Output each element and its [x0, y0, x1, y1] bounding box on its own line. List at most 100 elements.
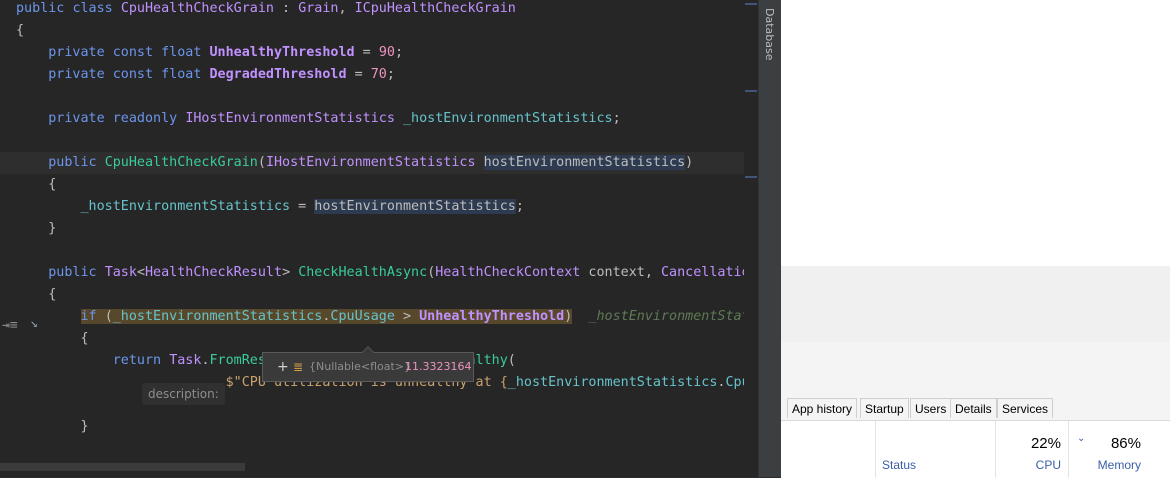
- code-line[interactable]: }: [0, 416, 89, 438]
- code-token: readonly: [112, 111, 186, 126]
- process-table-header: Status 22% CPU ⌄ 86% Memory: [781, 420, 1170, 478]
- code-token: (: [507, 353, 516, 368]
- code-token: const: [112, 67, 162, 82]
- scroll-marker: [745, 176, 757, 178]
- tool-window-sidebar: Database: [758, 0, 781, 477]
- code-line[interactable]: public class CpuHealthCheckGrain : Grain…: [0, 0, 516, 20]
- cpu-percent: 22%: [1030, 435, 1061, 452]
- code-token: 70: [370, 67, 387, 82]
- code-token: ;: [612, 111, 621, 126]
- code-line[interactable]: if (_hostEnvironmentStatistics.CpuUsage …: [0, 306, 758, 328]
- tooltip-type: {Nullable<float>}: [309, 360, 412, 373]
- code-token: float: [161, 67, 210, 82]
- code-token: private: [48, 67, 113, 82]
- code-token: IHostEnvironmentStatistics: [265, 155, 476, 170]
- task-manager-tabs: App history Startup Users Details Servic…: [781, 398, 1170, 420]
- code-token: >: [394, 309, 420, 324]
- code-line[interactable]: public CpuHealthCheckGrain(IHostEnvironm…: [0, 152, 758, 174]
- code-token: ;: [394, 45, 403, 60]
- code-token: (: [104, 309, 113, 324]
- code-line[interactable]: {: [0, 174, 56, 196]
- memory-percent: 86%: [1110, 435, 1141, 452]
- code-token: if: [80, 309, 105, 324]
- code-token: _hostEnvironmentStatistics: [80, 199, 291, 214]
- scroll-marker: [745, 90, 757, 92]
- database-tool-tab[interactable]: Database: [763, 8, 776, 61]
- code-token: =: [346, 67, 371, 82]
- code-token: {: [16, 287, 57, 302]
- tab-startup[interactable]: Startup: [860, 398, 909, 418]
- code-token: <: [136, 265, 145, 280]
- code-line[interactable]: {: [0, 20, 24, 42]
- code-token: :: [274, 1, 299, 16]
- code-line[interactable]: private readonly IHostEnvironmentStatist…: [0, 108, 621, 130]
- code-token: context,: [580, 265, 661, 280]
- code-token: }: [16, 419, 89, 434]
- debug-value-tooltip[interactable]: + ≣ {Nullable<float>} 11.3323164: [262, 346, 474, 382]
- tab-app-history[interactable]: App history: [787, 398, 858, 418]
- expand-button[interactable]: +: [277, 353, 289, 381]
- code-token: CpuUsage: [330, 309, 395, 324]
- code-line[interactable]: _hostEnvironmentStatistics = hostEnviron…: [0, 196, 524, 218]
- code-editor[interactable]: public class CpuHealthCheckGrain : Grain…: [0, 0, 758, 477]
- code-token: Task: [169, 353, 202, 368]
- code-line[interactable]: private const float DegradedThreshold = …: [0, 64, 395, 86]
- code-token: =: [354, 45, 379, 60]
- code-token: public: [16, 1, 73, 16]
- code-token: ;: [386, 67, 395, 82]
- parameter-name-hint: description:: [142, 383, 225, 405]
- code-token: {: [16, 177, 57, 192]
- code-token: CheckHealthAsync: [298, 265, 428, 280]
- code-token: Task: [104, 265, 137, 280]
- status-column-header[interactable]: Status: [875, 421, 996, 478]
- code-token: HealthCheckContext: [435, 265, 581, 280]
- sort-chevron-down-icon: ⌄: [1077, 433, 1086, 444]
- scroll-marker: [745, 3, 757, 5]
- vertical-scrollbar[interactable]: [744, 0, 758, 477]
- gutter-icons: ⇥≡ ↘: [0, 316, 60, 338]
- code-token: private: [48, 111, 113, 126]
- code-token: CpuHealthCheckGrain: [104, 155, 258, 170]
- code-line[interactable]: public Task<HealthCheckResult> CheckHeal…: [0, 262, 758, 284]
- code-token: private: [48, 45, 113, 60]
- code-token: hostEnvironmentStatistics: [314, 199, 516, 214]
- code-token: ,: [338, 1, 355, 16]
- code-token: {: [16, 23, 25, 38]
- horizontal-scrollbar-thumb[interactable]: [0, 463, 245, 471]
- code-token: ): [685, 155, 694, 170]
- task-manager-window: App history Startup Users Details Servic…: [781, 342, 1170, 478]
- tab-details[interactable]: Details: [950, 398, 997, 418]
- code-token: ICpuHealthCheckGrain: [354, 1, 516, 16]
- code-token: 90: [378, 45, 395, 60]
- code-token: _hostEnvironmentStatis: [588, 309, 758, 324]
- cpu-column-header[interactable]: 22% CPU: [995, 421, 1069, 478]
- code-token: UnhealthyThreshold: [209, 45, 355, 60]
- code-token: class: [72, 1, 121, 16]
- step-icon[interactable]: ⇥≡: [2, 318, 18, 333]
- code-token: float: [161, 45, 210, 60]
- code-line[interactable]: }: [0, 218, 56, 240]
- tab-users[interactable]: Users: [910, 398, 952, 418]
- code-token: }: [16, 221, 57, 236]
- background-window-gap: [781, 266, 1170, 342]
- code-line[interactable]: {: [0, 284, 56, 306]
- code-token: hostEnvironmentStatistics: [483, 155, 686, 170]
- code-token: _hostEnvironmentStatistics: [112, 309, 323, 324]
- tab-services[interactable]: Services: [997, 398, 1054, 418]
- status-label: Status: [882, 458, 917, 472]
- code-token: IHostEnvironmentStatistics: [185, 111, 395, 126]
- background-window: [781, 0, 1170, 267]
- code-token: UnhealthyThreshold: [419, 309, 565, 324]
- cpu-label: CPU: [1035, 458, 1061, 472]
- code-token: const: [112, 45, 162, 60]
- code-line[interactable]: private const float UnhealthyThreshold =…: [0, 42, 403, 64]
- memory-column-header[interactable]: ⌄ 86% Memory: [1068, 421, 1149, 478]
- code-token: HealthCheckResult: [145, 265, 283, 280]
